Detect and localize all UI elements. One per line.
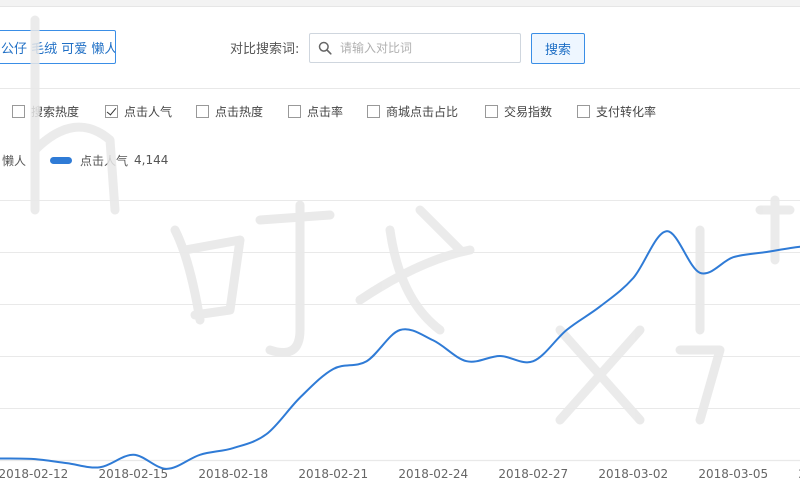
x-tick-label: 2018-03-02 — [598, 467, 668, 481]
x-tick-label: 2018-02-27 — [498, 467, 568, 481]
x-tick-label: 2018-02-12 — [0, 467, 68, 481]
x-tick-label: 2018-02-24 — [398, 467, 468, 481]
chart-series — [0, 230, 800, 470]
x-tick-label: 2018-02-21 — [298, 467, 368, 481]
series-line-click-popularity[interactable] — [0, 230, 800, 470]
x-tick-label: 2018-02-18 — [198, 467, 268, 481]
x-tick-label: 2018-02-15 — [98, 467, 168, 481]
x-axis-ticks: 2018-02-12 2018-02-15 2018-02-18 2018-02-21… — [0, 467, 800, 481]
line-chart: 2018-02-12 2018-02-15 2018-02-18 2018-02-21… — [0, 200, 800, 481]
x-tick-label: 2018-03-05 — [698, 467, 768, 481]
